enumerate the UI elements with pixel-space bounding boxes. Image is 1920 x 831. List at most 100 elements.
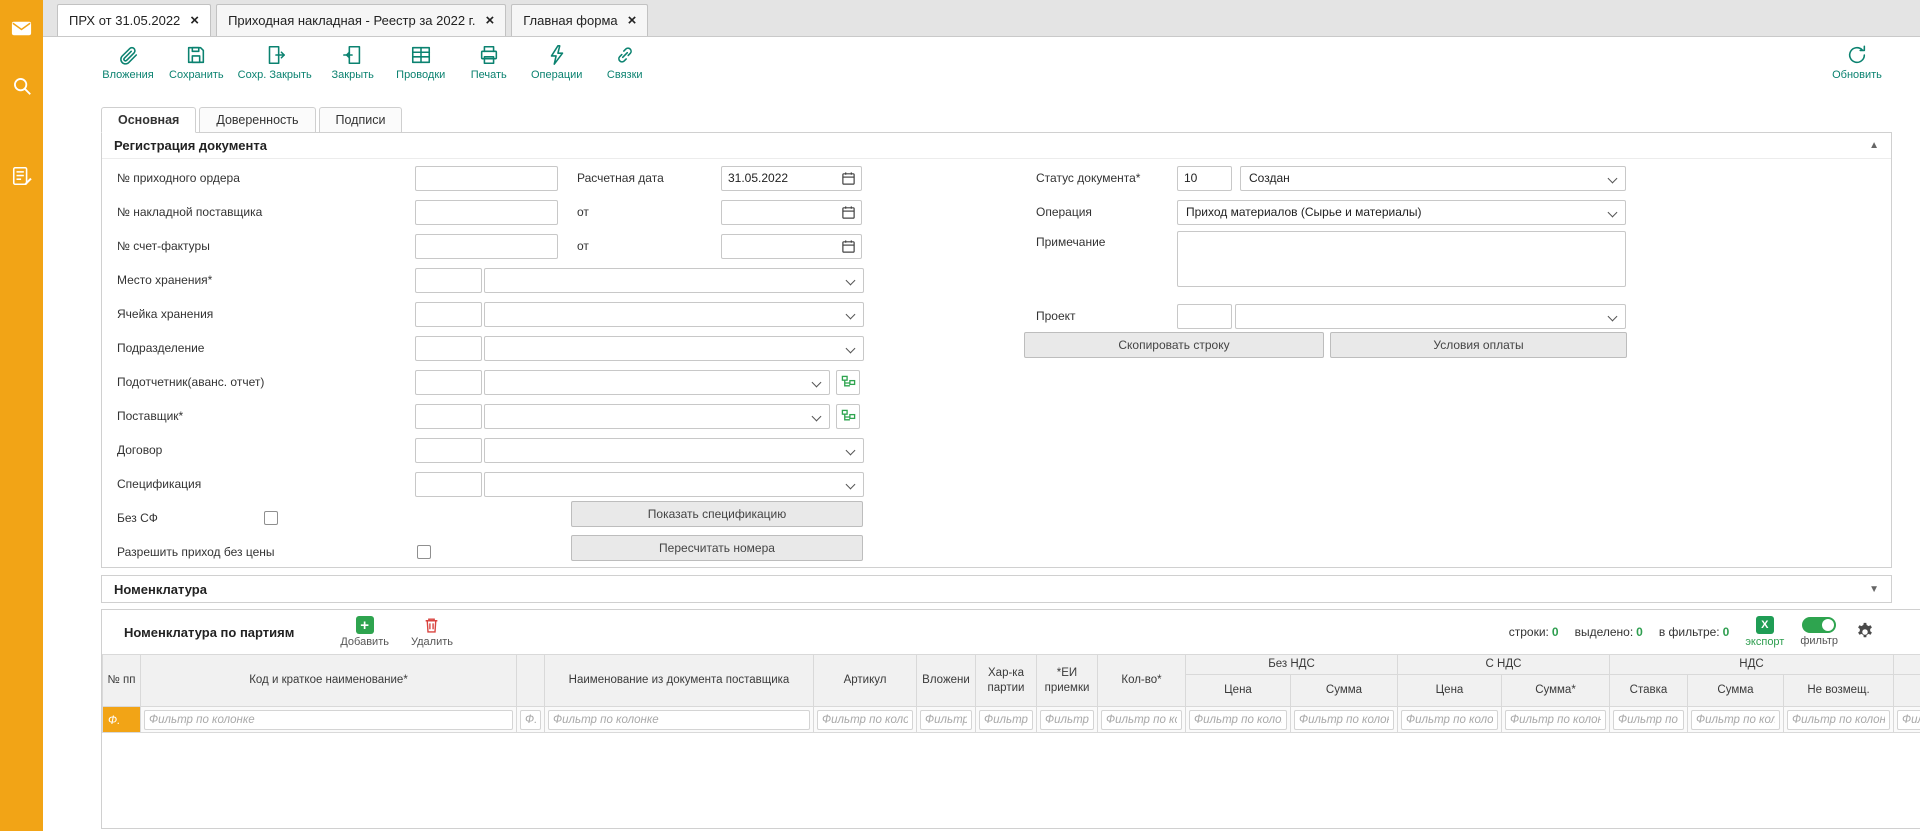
- search-icon[interactable]: [10, 74, 34, 98]
- collapse-down-icon[interactable]: ▼: [1869, 584, 1879, 595]
- column-filter-input[interactable]: [1691, 710, 1780, 730]
- save-button[interactable]: Сохранить: [169, 44, 224, 81]
- status-code-input[interactable]: [1177, 166, 1232, 191]
- tab-close-icon[interactable]: ×: [485, 13, 494, 28]
- order-no-input[interactable]: [415, 166, 558, 191]
- supplier-code-input[interactable]: [415, 404, 482, 429]
- column-filter-input[interactable]: [1294, 710, 1394, 730]
- column-header[interactable]: [517, 655, 545, 707]
- specification-code-input[interactable]: [415, 472, 482, 497]
- operation-select[interactable]: Приход материалов (Сырье и материалы): [1177, 200, 1626, 225]
- column-header[interactable]: Сумма: [1688, 675, 1784, 707]
- column-filter-input[interactable]: [548, 710, 810, 730]
- payment-terms-button[interactable]: Условия оплаты: [1330, 332, 1627, 358]
- column-header[interactable]: Наименование из документа поставщика: [545, 655, 814, 707]
- tab-main[interactable]: Основная: [101, 107, 196, 133]
- supplier-tree-button[interactable]: [836, 404, 860, 429]
- calendar-icon[interactable]: [841, 171, 856, 186]
- column-filter-input[interactable]: [1897, 710, 1920, 730]
- invoice-no-input[interactable]: [415, 234, 558, 259]
- column-header[interactable]: Код и краткое наименование*: [141, 655, 517, 707]
- column-header[interactable]: Ставка: [1610, 675, 1688, 707]
- column-header[interactable]: Кол-во*: [1098, 655, 1186, 707]
- tab-power-of-attorney[interactable]: Доверенность: [199, 107, 315, 133]
- project-select[interactable]: [1235, 304, 1626, 329]
- column-header[interactable]: ЕИ: [1894, 675, 1920, 707]
- column-header[interactable]: Цена: [1186, 675, 1291, 707]
- note-textarea[interactable]: [1177, 231, 1626, 287]
- add-row-button[interactable]: + Добавить: [340, 616, 389, 648]
- column-filter-input[interactable]: [1613, 710, 1684, 730]
- tab-close-icon[interactable]: ×: [190, 13, 199, 28]
- show-specification-button[interactable]: Показать спецификацию: [571, 501, 863, 527]
- form-icon[interactable]: [10, 164, 34, 188]
- column-filter-input[interactable]: [1040, 710, 1094, 730]
- column-filter-input[interactable]: [1787, 710, 1890, 730]
- column-header[interactable]: *ЕИ приемки: [1037, 655, 1098, 707]
- column-filter-input[interactable]: [817, 710, 913, 730]
- close-button[interactable]: Закрыть: [326, 44, 380, 81]
- storage-code-input[interactable]: [415, 268, 482, 293]
- save-close-button[interactable]: Сохр. Закрыть: [238, 44, 312, 81]
- status-select[interactable]: Создан: [1240, 166, 1626, 191]
- links-button[interactable]: Связки: [598, 44, 652, 81]
- calendar-icon[interactable]: [841, 239, 856, 254]
- field-label: Договор: [117, 443, 415, 457]
- supplier-select[interactable]: [484, 404, 830, 429]
- window-tab-home[interactable]: Главная форма ×: [511, 4, 648, 36]
- mail-icon[interactable]: [10, 16, 34, 40]
- export-button[interactable]: X экспорт: [1745, 616, 1784, 648]
- column-header[interactable]: Сумма: [1291, 675, 1398, 707]
- division-select[interactable]: [484, 336, 864, 361]
- project-code-input[interactable]: [1177, 304, 1232, 329]
- column-header[interactable]: Артикул: [814, 655, 917, 707]
- grid-settings-button[interactable]: [1854, 621, 1876, 643]
- window-tab-prh[interactable]: ПРХ от 31.05.2022 ×: [57, 4, 211, 36]
- attachments-button[interactable]: Вложения: [101, 44, 155, 81]
- storage-select[interactable]: [484, 268, 864, 293]
- division-code-input[interactable]: [415, 336, 482, 361]
- field-label: Примечание: [1036, 231, 1177, 249]
- refresh-button[interactable]: Обновить: [1830, 44, 1884, 81]
- column-filter-input[interactable]: [920, 710, 972, 730]
- collapse-up-icon[interactable]: ▲: [1869, 140, 1879, 151]
- column-filter-input[interactable]: [144, 710, 513, 730]
- field-label: Проект: [1036, 309, 1177, 323]
- filter-cell[interactable]: Ф.: [103, 707, 141, 733]
- print-button[interactable]: Печать: [462, 44, 516, 81]
- storage-cell-select[interactable]: [484, 302, 864, 327]
- accountable-select[interactable]: [484, 370, 830, 395]
- recalculate-numbers-button[interactable]: Пересчитать номера: [571, 535, 863, 561]
- accountable-tree-button[interactable]: [836, 370, 860, 395]
- column-header[interactable]: Цена: [1398, 675, 1502, 707]
- operations-button[interactable]: Операции: [530, 44, 584, 81]
- column-filter-input[interactable]: [1189, 710, 1287, 730]
- storage-cell-code-input[interactable]: [415, 302, 482, 327]
- column-filter-input[interactable]: [1101, 710, 1182, 730]
- column-header[interactable]: № пп: [103, 655, 141, 707]
- column-filter-input[interactable]: [520, 710, 541, 730]
- column-filter-input[interactable]: [979, 710, 1033, 730]
- column-header[interactable]: Хар-ка партии: [976, 655, 1037, 707]
- calendar-icon[interactable]: [841, 205, 856, 220]
- supplier-invoice-no-input[interactable]: [415, 200, 558, 225]
- column-header[interactable]: Сумма*: [1502, 675, 1610, 707]
- copy-row-button[interactable]: Скопировать строку: [1024, 332, 1324, 358]
- tab-close-icon[interactable]: ×: [628, 13, 637, 28]
- column-filter-input[interactable]: [1401, 710, 1498, 730]
- column-header[interactable]: Вложени: [917, 655, 976, 707]
- delete-row-button[interactable]: Удалить: [411, 616, 453, 648]
- postings-button[interactable]: Проводки: [394, 44, 448, 81]
- column-filter-input[interactable]: [1505, 710, 1606, 730]
- contract-code-input[interactable]: [415, 438, 482, 463]
- allow-no-price-checkbox[interactable]: [417, 545, 431, 559]
- accountable-code-input[interactable]: [415, 370, 482, 395]
- grid-empty-body[interactable]: [102, 733, 1920, 821]
- no-sf-checkbox[interactable]: [264, 511, 278, 525]
- tab-signatures[interactable]: Подписи: [319, 107, 403, 133]
- specification-select[interactable]: [484, 472, 864, 497]
- window-tab-register[interactable]: Приходная накладная - Реестр за 2022 г. …: [216, 4, 506, 36]
- filter-toggle[interactable]: фильтр: [1800, 617, 1838, 647]
- column-header[interactable]: Не возмещ.: [1784, 675, 1894, 707]
- contract-select[interactable]: [484, 438, 864, 463]
